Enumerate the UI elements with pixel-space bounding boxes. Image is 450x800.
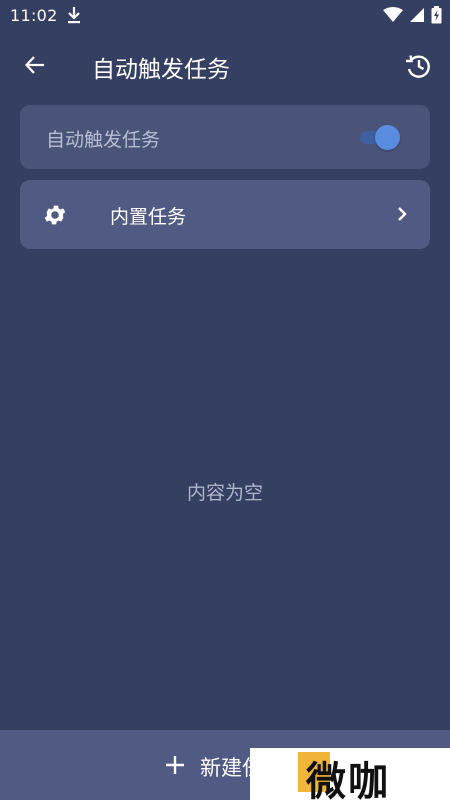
auto-trigger-toggle[interactable] bbox=[358, 124, 400, 150]
auto-trigger-card: 自动触发任务 bbox=[20, 105, 430, 169]
auto-trigger-label: 自动触发任务 bbox=[46, 129, 161, 151]
builtin-tasks-label: 内置任务 bbox=[110, 206, 187, 228]
download-icon bbox=[66, 6, 82, 28]
arrow-left-icon bbox=[24, 56, 44, 74]
watermark-text: 微咖 bbox=[306, 759, 390, 800]
empty-state-text: 内容为空 bbox=[186, 482, 263, 504]
battery-icon bbox=[431, 6, 442, 28]
wifi-icon bbox=[383, 7, 403, 27]
plus-icon bbox=[164, 754, 186, 776]
history-button[interactable] bbox=[400, 48, 436, 84]
status-icons bbox=[383, 6, 442, 28]
history-icon bbox=[406, 55, 430, 78]
chevron-right-icon bbox=[392, 204, 412, 224]
signal-icon bbox=[409, 7, 425, 27]
back-button[interactable] bbox=[18, 48, 52, 82]
watermark-logo: 微咖 bbox=[250, 748, 450, 800]
app-bar: 自动触发任务 bbox=[0, 34, 450, 98]
toggle-thumb bbox=[375, 125, 400, 150]
status-time: 11:02 bbox=[10, 6, 58, 25]
status-bar: 11:02 bbox=[0, 0, 450, 32]
page-title: 自动触发任务 bbox=[92, 57, 230, 83]
gear-icon bbox=[42, 202, 68, 228]
builtin-tasks-item[interactable]: 内置任务 bbox=[20, 180, 430, 249]
